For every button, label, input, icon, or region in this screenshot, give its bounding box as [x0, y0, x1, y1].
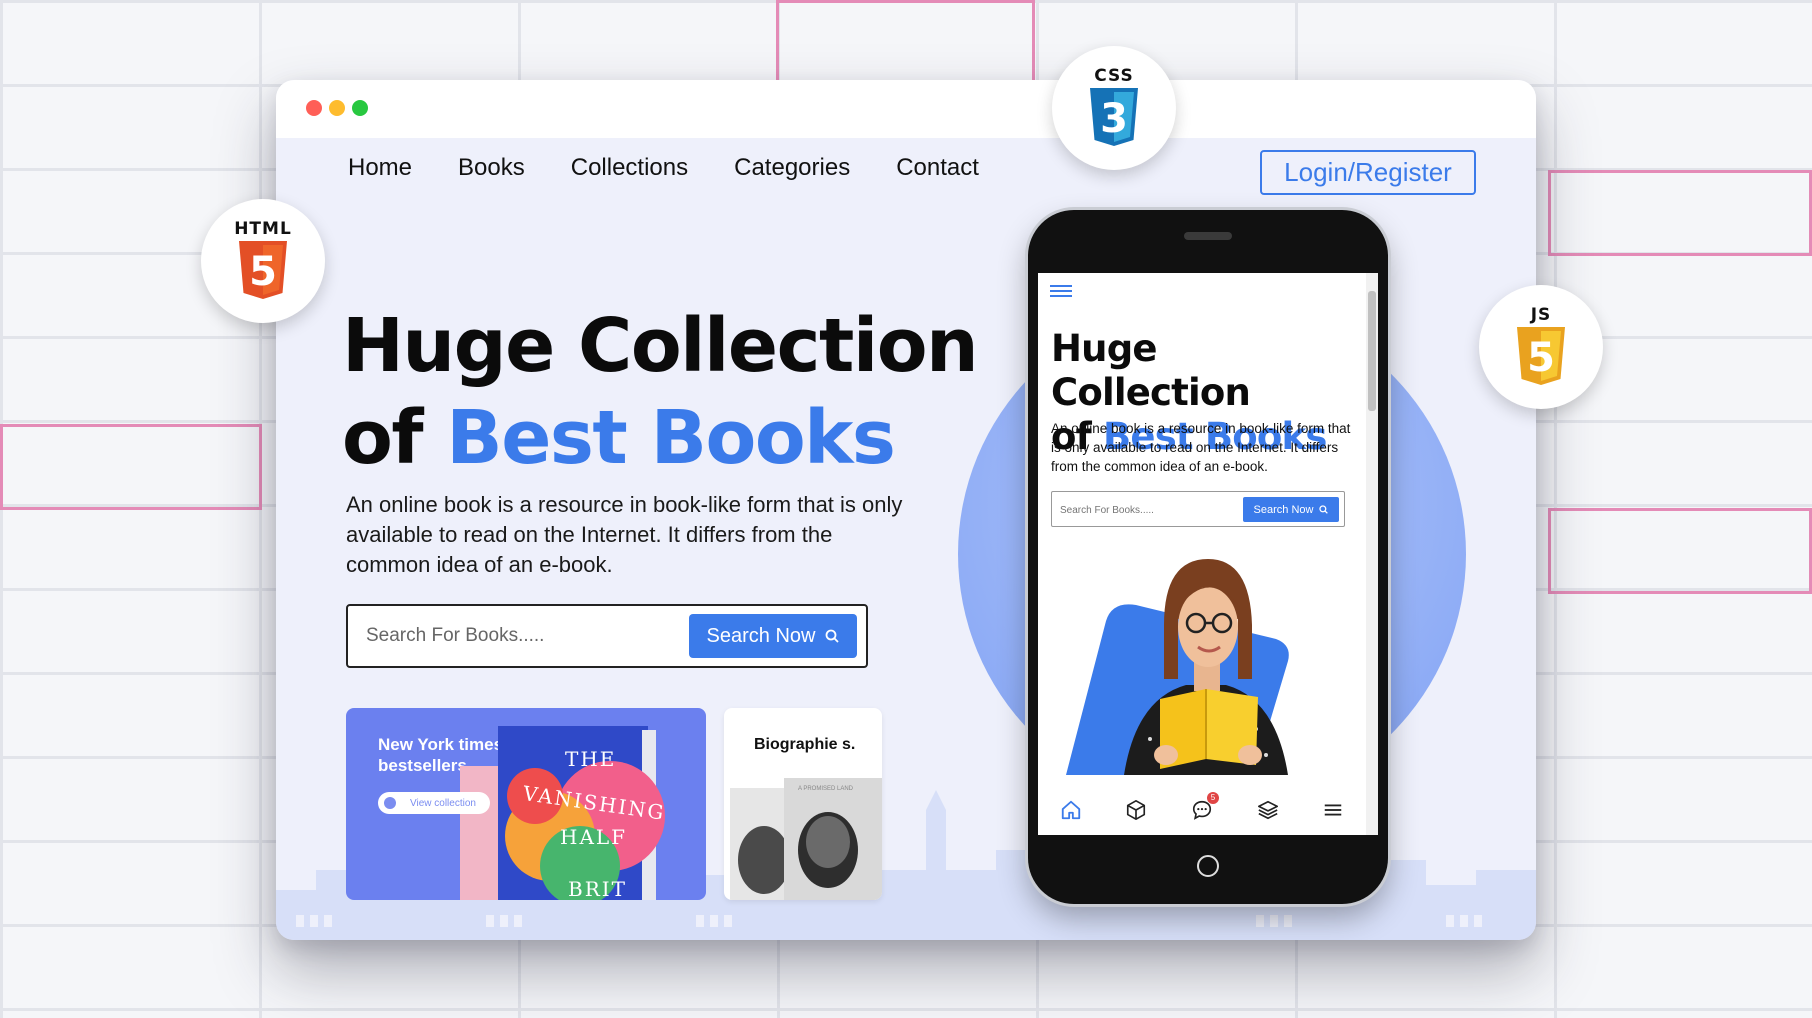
- mobile-scrollbar[interactable]: [1366, 273, 1378, 835]
- view-collection-button[interactable]: View collection: [378, 792, 490, 814]
- chat-button[interactable]: 5: [1191, 792, 1219, 821]
- view-collection-label: View collection: [410, 797, 476, 809]
- nav-books[interactable]: Books: [458, 154, 525, 182]
- mobile-menu-icon[interactable]: [1050, 283, 1072, 299]
- bio-book-label: A PROMISED LAND: [798, 786, 854, 792]
- hero-title: Huge Collection of Best Books: [342, 300, 982, 484]
- nav-collections[interactable]: Collections: [571, 154, 688, 182]
- book-title-1: THE: [565, 747, 616, 771]
- hero-description: An online book is a resource in book-lik…: [346, 492, 903, 577]
- arrow-icon: [384, 797, 396, 809]
- search-now-button[interactable]: Search Now: [689, 614, 857, 658]
- html5-shield-icon: 5: [239, 241, 287, 299]
- js-badge: JS 5: [1479, 285, 1603, 409]
- phone-speaker: [1184, 232, 1232, 240]
- nav-categories[interactable]: Categories: [734, 154, 850, 182]
- decor-rect: [0, 424, 262, 510]
- mobile-search-button[interactable]: Search Now: [1243, 497, 1339, 522]
- browser-window: Home Books Collections Categories Contac…: [276, 80, 1536, 940]
- html-label: HTML: [234, 219, 292, 239]
- chat-badge: 5: [1206, 792, 1219, 804]
- mobile-phone-mockup: Huge Collection of Best Books An online …: [1028, 210, 1388, 904]
- nav-home[interactable]: Home: [348, 154, 412, 182]
- search-button-label: Search Now: [706, 624, 816, 647]
- css3-badge: CSS 3: [1052, 46, 1176, 170]
- mobile-title-line1: Huge Collection: [1051, 327, 1251, 414]
- woman-reading-illustration: [1066, 559, 1289, 775]
- decor-rect: [776, 0, 1035, 84]
- js-version: 5: [1527, 335, 1555, 381]
- browser-titlebar: [276, 80, 1536, 138]
- hero-title-prefix: of: [342, 395, 447, 481]
- book-author: BRIT: [568, 877, 627, 900]
- search-icon: [826, 629, 840, 643]
- phone-home-button[interactable]: [1197, 855, 1219, 877]
- book-cover-image: THE VANISHING HALF BRIT: [460, 726, 667, 900]
- search-icon: [1319, 505, 1329, 514]
- css-version: 3: [1100, 96, 1128, 142]
- mobile-screen: Huge Collection of Best Books An online …: [1038, 273, 1378, 835]
- bio-card-label: Biographie s.: [754, 736, 856, 753]
- nav-contact[interactable]: Contact: [896, 154, 979, 182]
- mobile-search-bar: Search Now: [1051, 491, 1345, 527]
- js-label: JS: [1530, 305, 1552, 325]
- mobile-bottom-nav: 5: [1038, 785, 1366, 835]
- main-nav: Home Books Collections Categories Contac…: [348, 154, 1025, 182]
- search-input[interactable]: [366, 620, 666, 652]
- hero-title-line1: Huge Collection: [342, 303, 979, 389]
- close-window-dot[interactable]: [306, 100, 322, 116]
- css3-shield-icon: 3: [1090, 88, 1138, 146]
- html-version: 5: [249, 249, 277, 295]
- mobile-description: An online book is a resource in book-lik…: [1051, 421, 1351, 474]
- home-icon[interactable]: [1060, 799, 1082, 821]
- search-bar: Search Now: [346, 604, 868, 668]
- css-label: CSS: [1094, 66, 1134, 86]
- decor-rect: [1548, 508, 1812, 594]
- mobile-search-button-label: Search Now: [1253, 503, 1314, 516]
- book-title-3: HALF: [560, 825, 627, 849]
- hero-title-highlight: Best Books: [446, 395, 896, 481]
- mobile-search-input[interactable]: [1060, 500, 1210, 520]
- minimize-window-dot[interactable]: [329, 100, 345, 116]
- decor-rect: [1548, 170, 1812, 256]
- maximize-window-dot[interactable]: [352, 100, 368, 116]
- layers-icon[interactable]: [1257, 799, 1279, 821]
- js-shield-icon: 5: [1517, 327, 1565, 385]
- menu-icon[interactable]: [1322, 799, 1344, 821]
- nyt-bestsellers-card[interactable]: New York times bestsellers View collecti…: [346, 708, 706, 900]
- biography-books-image: A PROMISED LAND: [730, 778, 882, 900]
- html5-badge: HTML 5: [201, 199, 325, 323]
- biographies-card[interactable]: Biographie s. A PROMISED LAND: [724, 708, 882, 900]
- box-icon[interactable]: [1125, 799, 1147, 821]
- mobile-scroll-thumb[interactable]: [1368, 291, 1376, 411]
- login-register-button[interactable]: Login/Register: [1260, 150, 1476, 195]
